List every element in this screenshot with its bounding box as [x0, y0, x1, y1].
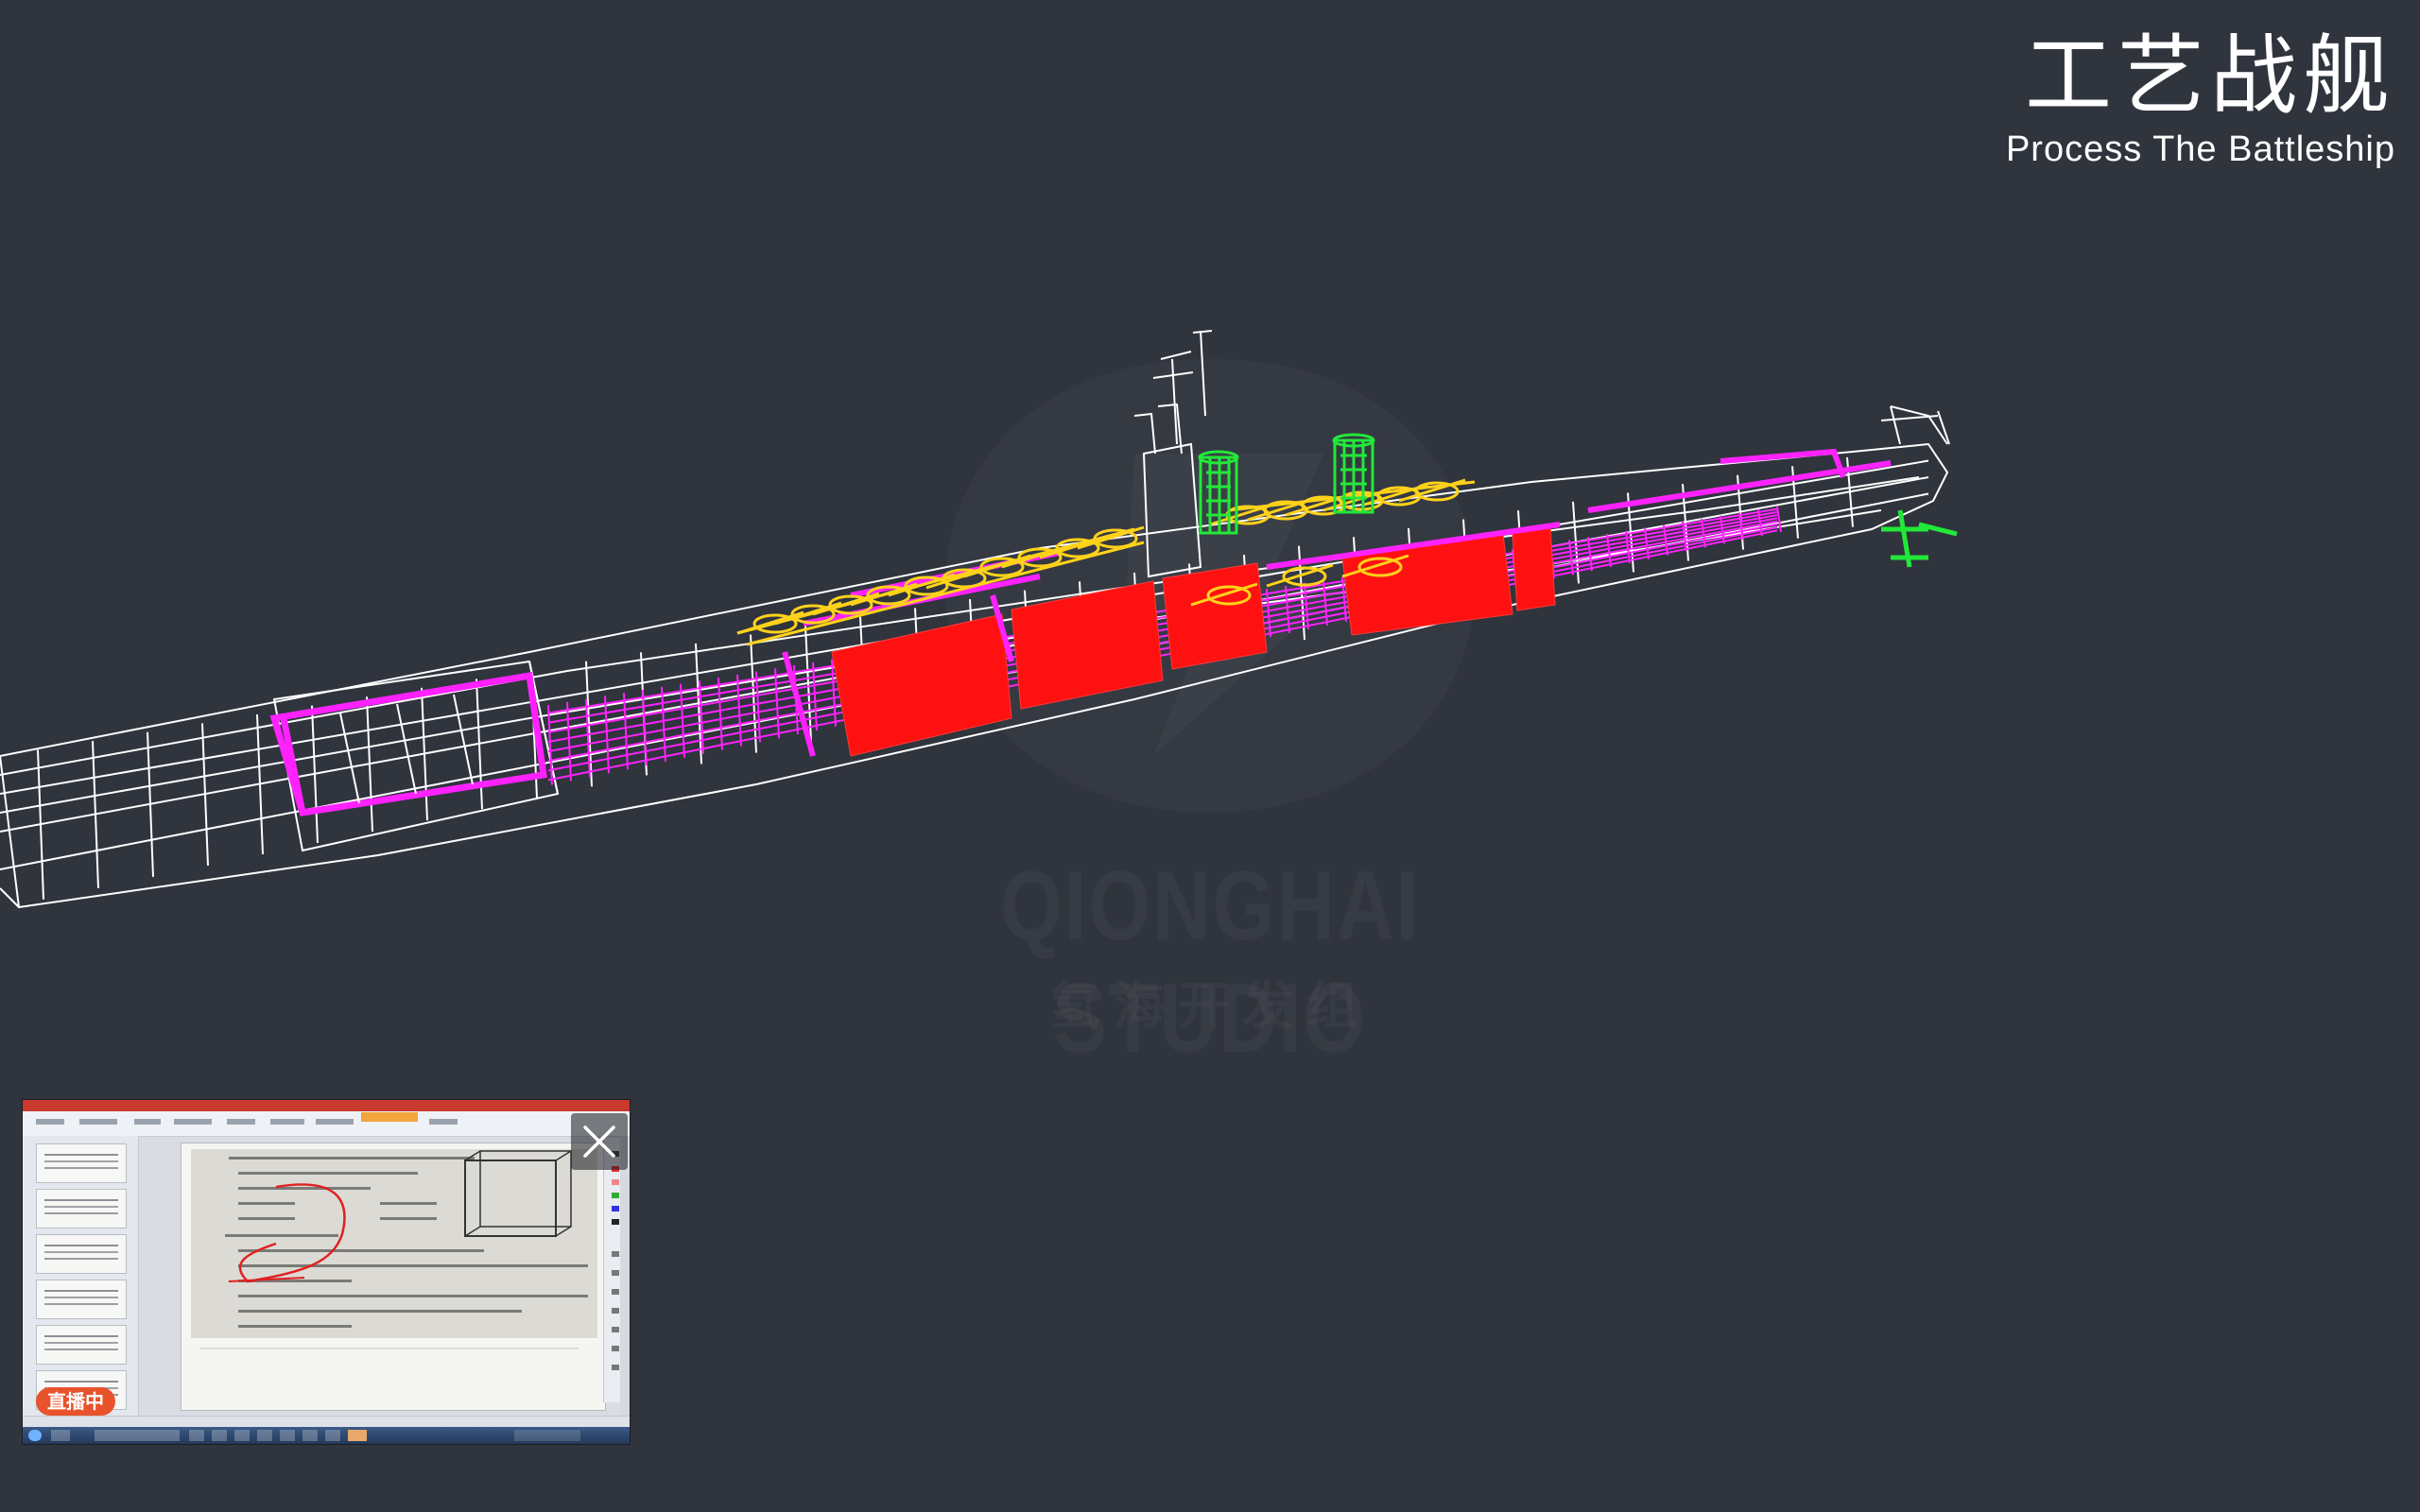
viewport[interactable]: QIONGHAI STUDIO 氢海开发组 — [0, 0, 2420, 1512]
pip-scrollbar — [620, 1136, 630, 1416]
pip-window-titlebar — [23, 1100, 630, 1111]
machinery-blocks — [831, 526, 1556, 757]
bow-compartment — [269, 671, 547, 816]
pip-slide-content — [182, 1143, 605, 1410]
pip-taskbar — [23, 1427, 630, 1444]
pip-ribbon — [23, 1111, 630, 1137]
brand-header: 工艺战舰 Process The Battleship — [2006, 25, 2395, 170]
pip-slide-thumbnails — [23, 1136, 139, 1416]
brand-title: 工艺战舰 — [2024, 26, 2395, 127]
pip-worksheet-photo — [191, 1149, 597, 1338]
close-pip-button[interactable] — [571, 1113, 628, 1170]
live-stream-pip[interactable]: 直播中 — [23, 1100, 630, 1444]
brand-subtitle: Process The Battleship — [2005, 129, 2395, 169]
close-icon — [583, 1125, 615, 1158]
live-badge: 直播中 — [36, 1387, 115, 1416]
